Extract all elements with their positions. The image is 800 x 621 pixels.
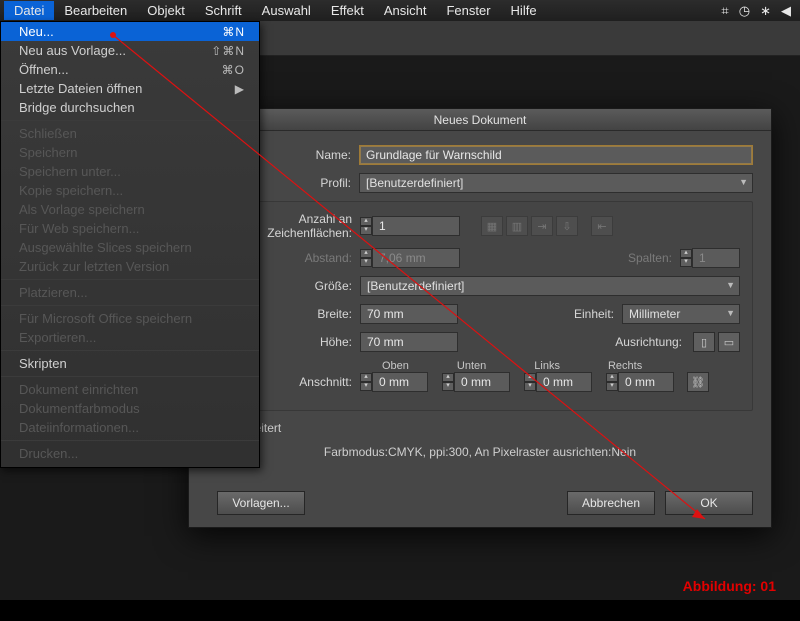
name-input[interactable]: Grundlage für Warnschild [359, 145, 753, 165]
bleed-top-spinner[interactable]: ▴▾ [360, 373, 372, 391]
menu-item[interactable]: Bridge durchsuchen [1, 98, 259, 117]
height-input[interactable]: 70 mm [360, 332, 458, 352]
cancel-button[interactable]: Abbrechen [567, 491, 655, 515]
menu-item: Exportieren... [1, 328, 259, 347]
menu-item: Drucken... [1, 444, 259, 463]
bleed-right-input[interactable]: 0 mm [618, 372, 674, 392]
menu-item: Speichern [1, 143, 259, 162]
bleed-right-spinner[interactable]: ▴▾ [606, 373, 618, 391]
new-document-dialog: Neues Dokument Name: Grundlage für Warns… [188, 108, 772, 528]
bleed-bottom-label: Unten [457, 360, 486, 372]
bluetooth-icon[interactable]: ∗ [760, 3, 771, 19]
arrange-left-icon: ⇤ [591, 216, 613, 236]
menu-datei[interactable]: Datei [4, 1, 54, 20]
orientation-label: Ausrichtung: [615, 335, 690, 349]
link-bleed-icon[interactable]: ⛓ [687, 372, 709, 392]
width-input[interactable]: 70 mm [360, 304, 458, 324]
menu-item: Dokument einrichten [1, 380, 259, 399]
menu-ansicht[interactable]: Ansicht [374, 1, 437, 20]
dialog-title: Neues Dokument [189, 109, 771, 131]
grid-by-row-icon: ▦ [481, 216, 503, 236]
size-select[interactable]: [Benutzerdefiniert]▼ [360, 276, 740, 296]
advanced-toggle[interactable]: ▶ Erweitert [221, 421, 753, 435]
bleed-left-spinner[interactable]: ▴▾ [524, 373, 536, 391]
figure-caption: Abbildung: 01 [683, 578, 776, 594]
volume-icon[interactable]: ◀ [781, 3, 791, 19]
bleed-left-label: Links [534, 360, 560, 372]
menu-item: Für Microsoft Office speichern [1, 309, 259, 328]
sync-icon[interactable]: ◷ [739, 3, 750, 19]
bleed-right-label: Rechts [608, 360, 642, 372]
menu-schrift[interactable]: Schrift [195, 1, 252, 20]
bleed-left-input[interactable]: 0 mm [536, 372, 592, 392]
templates-button[interactable]: Vorlagen... [217, 491, 305, 515]
menu-item: Ausgewählte Slices speichern [1, 238, 259, 257]
menu-effekt[interactable]: Effekt [321, 1, 374, 20]
profile-select[interactable]: [Benutzerdefiniert]▼ [359, 173, 753, 193]
dropbox-icon[interactable]: ⌗ [721, 3, 728, 19]
orientation-landscape-icon[interactable]: ▭ [718, 332, 740, 352]
menu-item[interactable]: Öffnen...⌘O [1, 60, 259, 79]
spacing-input: 7,06 mm [372, 248, 460, 268]
arrange-down-icon: ⇩ [556, 216, 578, 236]
menu-item: Als Vorlage speichern [1, 200, 259, 219]
menu-item[interactable]: Skripten [1, 354, 259, 373]
grid-by-col-icon: ▥ [506, 216, 528, 236]
menu-item: Kopie speichern... [1, 181, 259, 200]
menu-item[interactable]: Neu aus Vorlage...⇧⌘N [1, 41, 259, 60]
bleed-top-input[interactable]: 0 mm [372, 372, 428, 392]
menu-item: Speichern unter... [1, 162, 259, 181]
menu-item: Platzieren... [1, 283, 259, 302]
menu-item[interactable]: Neu...⌘N [1, 22, 259, 41]
columns-label: Spalten: [628, 251, 680, 265]
document-summary: Farbmodus:CMYK, ppi:300, An Pixelraster … [207, 445, 753, 459]
menu-item: Dateiinformationen... [1, 418, 259, 437]
menu-item: Dokumentfarbmodus [1, 399, 259, 418]
artboards-input[interactable]: 1 [372, 216, 460, 236]
menubar: Datei Bearbeiten Objekt Schrift Auswahl … [0, 0, 800, 21]
unit-label: Einheit: [574, 307, 622, 321]
menu-item: Für Web speichern... [1, 219, 259, 238]
menu-item[interactable]: Letzte Dateien öffnen▶ [1, 79, 259, 98]
columns-spinner: ▴▾ [680, 249, 692, 267]
unit-select[interactable]: Millimeter▼ [622, 304, 740, 324]
artboards-spinner[interactable]: ▴▾ [360, 217, 372, 235]
spacing-spinner: ▴▾ [360, 249, 372, 267]
columns-input: 1 [692, 248, 740, 268]
bleed-bottom-spinner[interactable]: ▴▾ [442, 373, 454, 391]
bleed-top-label: Oben [382, 360, 409, 372]
menu-bearbeiten[interactable]: Bearbeiten [54, 1, 137, 20]
ok-button[interactable]: OK [665, 491, 753, 515]
datei-dropdown: Neu...⌘NNeu aus Vorlage...⇧⌘NÖffnen...⌘O… [0, 21, 260, 468]
orientation-portrait-icon[interactable]: ▯ [693, 332, 715, 352]
menu-item: Zurück zur letzten Version [1, 257, 259, 276]
menu-objekt[interactable]: Objekt [137, 1, 195, 20]
arrange-right-icon: ⇥ [531, 216, 553, 236]
menu-fenster[interactable]: Fenster [436, 1, 500, 20]
menu-auswahl[interactable]: Auswahl [252, 1, 321, 20]
menu-hilfe[interactable]: Hilfe [501, 1, 547, 20]
menu-item: Schließen [1, 124, 259, 143]
bleed-bottom-input[interactable]: 0 mm [454, 372, 510, 392]
